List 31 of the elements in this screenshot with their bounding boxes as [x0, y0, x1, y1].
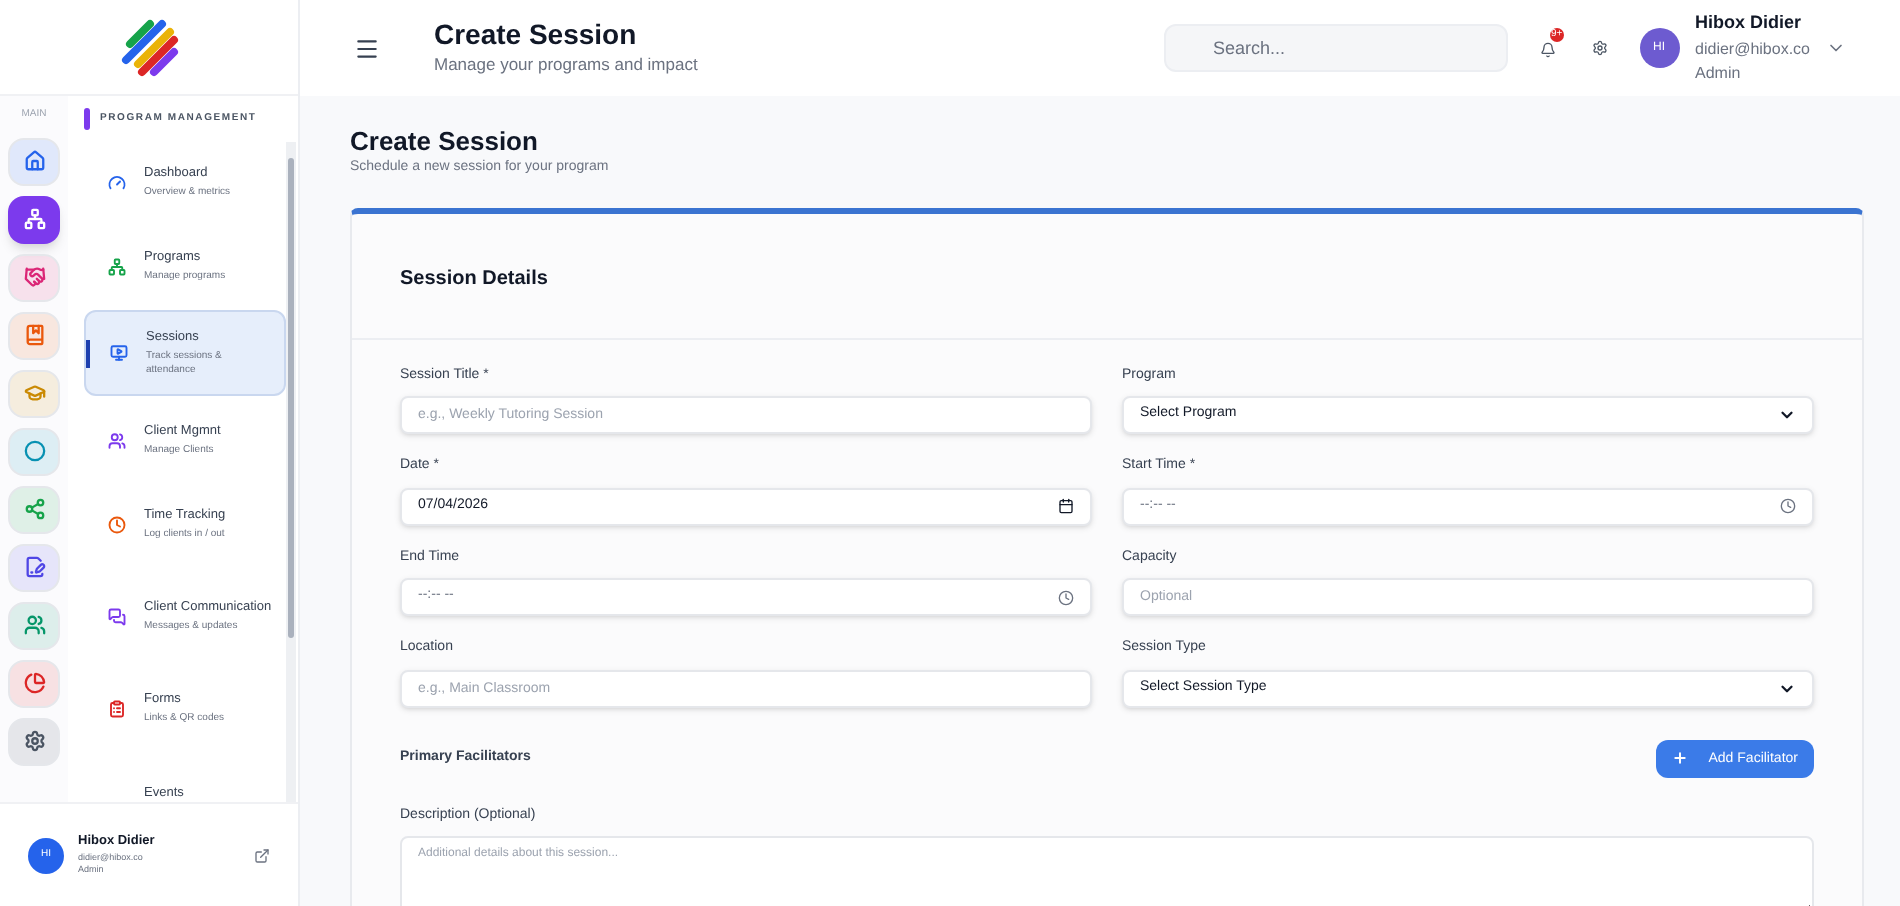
rail-button[interactable] — [8, 543, 60, 591]
rail-button[interactable] — [8, 485, 60, 533]
calendar-icon — [1058, 498, 1074, 514]
user-email: didier@hibox.co — [1695, 37, 1810, 62]
user-role: Admin — [1695, 61, 1743, 86]
clock-icon — [1780, 498, 1796, 514]
rail-button[interactable] — [8, 601, 60, 649]
hierarchy-icon — [23, 208, 45, 230]
menu-icon[interactable] — [354, 35, 380, 61]
rail-button[interactable] — [8, 195, 60, 243]
bell-icon[interactable] — [1539, 42, 1556, 58]
rail-button[interactable] — [8, 137, 60, 185]
card-title: Session Details — [400, 267, 548, 289]
active-indicator — [86, 340, 90, 368]
section-marker — [84, 108, 90, 130]
chevron-icon — [1778, 406, 1796, 424]
settings-icon[interactable] — [1591, 40, 1608, 56]
clock-icon — [1058, 589, 1074, 605]
user-name: Hibox Didier — [1695, 10, 1804, 37]
rail-button[interactable] — [8, 717, 60, 765]
rail-button[interactable] — [8, 253, 60, 301]
external-link-icon[interactable] — [254, 847, 270, 863]
logo-icon — [117, 15, 181, 79]
rail-button[interactable] — [8, 311, 60, 359]
header-title: Create Session — [434, 18, 639, 53]
header-subtitle: Manage your programs and impact — [434, 52, 700, 78]
plus-icon — [1672, 750, 1689, 766]
search-field[interactable]: Search... — [1163, 24, 1508, 72]
rail-button[interactable] — [8, 427, 60, 475]
page-title: Create Session — [350, 126, 540, 158]
rail-button[interactable] — [8, 659, 60, 707]
